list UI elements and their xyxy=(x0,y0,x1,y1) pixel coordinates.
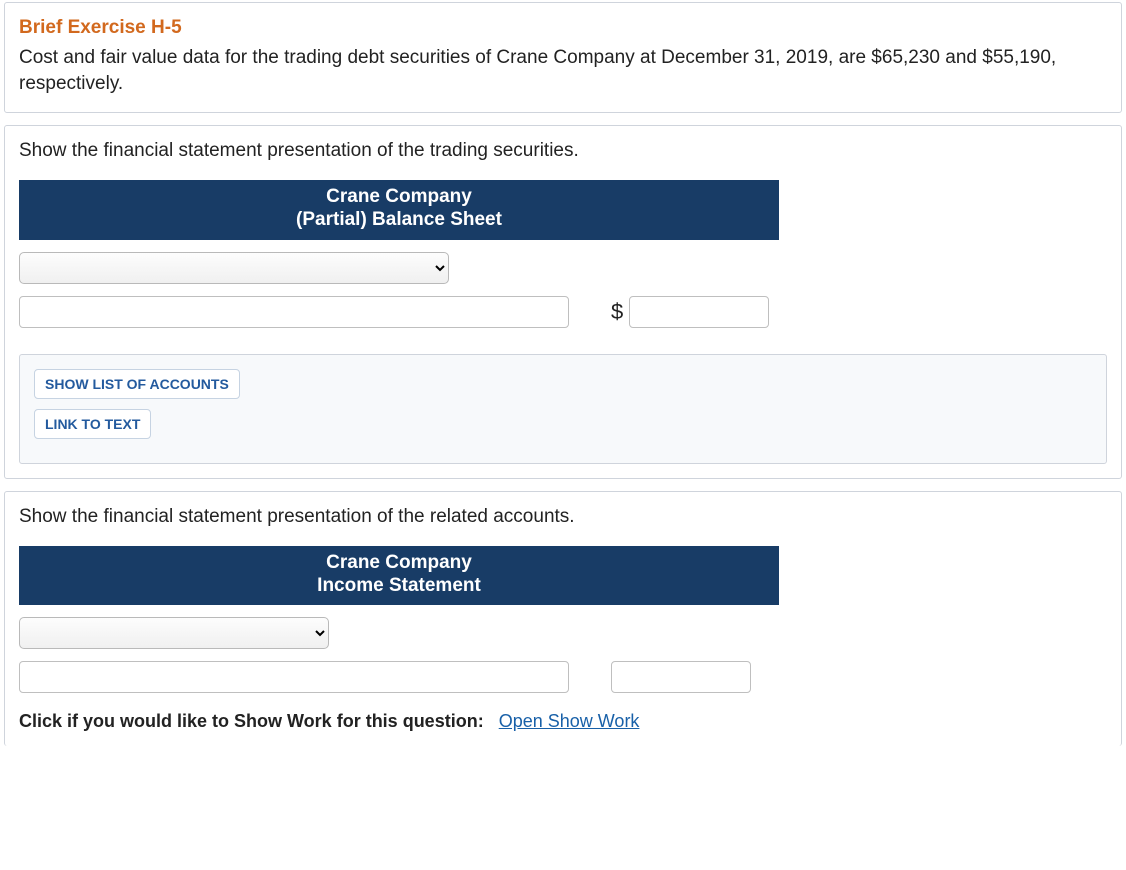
link-to-text-button[interactable]: LINK TO TEXT xyxy=(34,409,151,439)
header-panel: Brief Exercise H-5 Cost and fair value d… xyxy=(4,2,1122,113)
balance-sheet-banner: Crane Company (Partial) Balance Sheet xyxy=(19,180,779,240)
part1-account-input[interactable] xyxy=(19,296,569,328)
open-show-work-link[interactable]: Open Show Work xyxy=(499,711,640,731)
problem-text: Cost and fair value data for the trading… xyxy=(19,45,1107,96)
part1-category-select[interactable] xyxy=(19,252,449,284)
part2-account-input[interactable] xyxy=(19,661,569,693)
banner-line1: Crane Company xyxy=(326,186,472,207)
banner-line2: Income Statement xyxy=(317,575,481,596)
part2-instruction: Show the financial statement presentatio… xyxy=(19,506,1107,528)
part2-panel: Show the financial statement presentatio… xyxy=(4,491,1122,747)
currency-symbol: $ xyxy=(611,299,623,325)
show-work-label: Click if you would like to Show Work for… xyxy=(19,711,484,731)
show-accounts-button[interactable]: SHOW LIST OF ACCOUNTS xyxy=(34,369,240,399)
banner-line2: (Partial) Balance Sheet xyxy=(296,209,502,230)
part1-amount-input[interactable] xyxy=(629,296,769,328)
part2-category-select[interactable] xyxy=(19,617,329,649)
part1-subpanel: SHOW LIST OF ACCOUNTS LINK TO TEXT xyxy=(19,354,1107,464)
show-work-line: Click if you would like to Show Work for… xyxy=(19,711,1107,732)
exercise-title: Brief Exercise H-5 xyxy=(19,17,1107,39)
part1-panel: Show the financial statement presentatio… xyxy=(4,125,1122,479)
part1-instruction: Show the financial statement presentatio… xyxy=(19,140,1107,162)
banner-line1: Crane Company xyxy=(326,552,472,573)
income-statement-banner: Crane Company Income Statement xyxy=(19,546,779,606)
part2-amount-input[interactable] xyxy=(611,661,751,693)
